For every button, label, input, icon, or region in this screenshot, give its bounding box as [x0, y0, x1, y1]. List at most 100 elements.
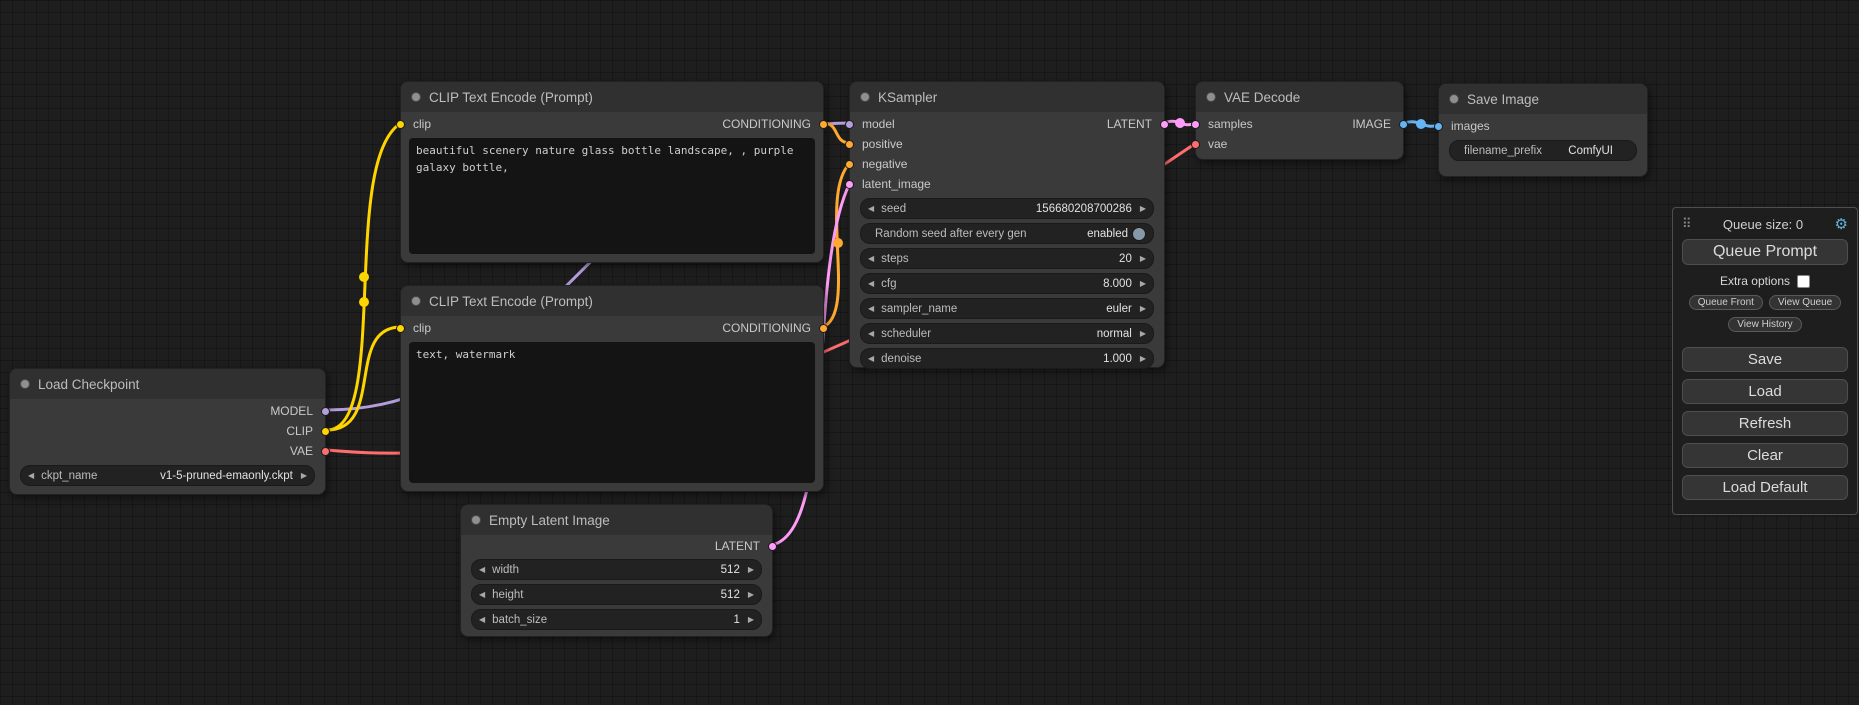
widget-scheduler[interactable]: ◀ scheduler normal ▶ — [860, 323, 1154, 344]
drag-handle-icon[interactable]: ⠿ — [1682, 216, 1692, 232]
node-save-image[interactable]: Save Image images filename_prefix ComfyU… — [1438, 83, 1648, 177]
collapse-dot-icon[interactable] — [411, 296, 421, 306]
clear-button[interactable]: Clear — [1682, 443, 1848, 468]
widget-sampler-name[interactable]: ◀ sampler_name euler ▶ — [860, 298, 1154, 319]
collapse-dot-icon[interactable] — [411, 92, 421, 102]
increment-icon[interactable]: ▶ — [1140, 205, 1146, 213]
input-port-clip[interactable] — [396, 120, 405, 129]
node-title-label: Empty Latent Image — [489, 513, 610, 528]
load-button[interactable]: Load — [1682, 379, 1848, 404]
widget-height[interactable]: ◀ height 512 ▶ — [471, 584, 762, 605]
decrement-icon[interactable]: ◀ — [868, 330, 874, 338]
output-port-model[interactable] — [321, 407, 330, 416]
increment-icon[interactable]: ▶ — [301, 472, 307, 480]
queue-prompt-button[interactable]: Queue Prompt — [1682, 239, 1848, 265]
view-history-button[interactable]: View History — [1728, 317, 1801, 332]
increment-icon[interactable]: ▶ — [748, 591, 754, 599]
view-queue-button[interactable]: View Queue — [1769, 295, 1841, 310]
output-port-clip[interactable] — [321, 427, 330, 436]
input-port-images[interactable] — [1434, 122, 1443, 131]
node-clip-text-encode-positive[interactable]: CLIP Text Encode (Prompt) clip CONDITION… — [400, 81, 824, 263]
prompt-textarea[interactable]: text, watermark — [409, 342, 815, 483]
decrement-icon[interactable]: ◀ — [868, 255, 874, 263]
node-title-label: Save Image — [1467, 92, 1539, 107]
output-label-model: MODEL — [270, 404, 313, 418]
node-vae-decode[interactable]: VAE Decode samples IMAGE vae — [1195, 81, 1404, 160]
input-port-model[interactable] — [845, 120, 854, 129]
refresh-button[interactable]: Refresh — [1682, 411, 1848, 436]
widget-cfg[interactable]: ◀ cfg 8.000 ▶ — [860, 273, 1154, 294]
prompt-textarea[interactable]: beautiful scenery nature glass bottle la… — [409, 138, 815, 254]
decrement-icon[interactable]: ◀ — [868, 355, 874, 363]
queue-panel: ⠿ Queue size: 0 ⚙ Queue Prompt Extra opt… — [1672, 207, 1858, 515]
decrement-icon[interactable]: ◀ — [479, 566, 485, 574]
input-port-samples[interactable] — [1191, 120, 1200, 129]
node-titlebar[interactable]: CLIP Text Encode (Prompt) — [401, 82, 823, 112]
increment-icon[interactable]: ▶ — [1140, 255, 1146, 263]
queue-front-button[interactable]: Queue Front — [1689, 295, 1763, 310]
load-default-button[interactable]: Load Default — [1682, 475, 1848, 500]
widget-control-after-generate[interactable]: Random seed after every gen enabled — [860, 223, 1154, 244]
widget-ckpt-name[interactable]: ◀ ckpt_name v1-5-pruned-emaonly.ckpt ▶ — [20, 465, 315, 486]
increment-icon[interactable]: ▶ — [1140, 280, 1146, 288]
decrement-icon[interactable]: ◀ — [479, 591, 485, 599]
node-canvas[interactable]: Load Checkpoint MODEL CLIP VAE ◀ ckpt_na… — [0, 0, 1859, 705]
wire-clip-to-negative[interactable] — [327, 327, 401, 430]
node-titlebar[interactable]: VAE Decode — [1196, 82, 1403, 112]
decrement-icon[interactable]: ◀ — [868, 305, 874, 313]
collapse-dot-icon[interactable] — [860, 92, 870, 102]
output-port-latent[interactable] — [768, 542, 777, 551]
increment-icon[interactable]: ▶ — [1140, 305, 1146, 313]
widget-width[interactable]: ◀ width 512 ▶ — [471, 559, 762, 580]
output-port-conditioning[interactable] — [819, 324, 828, 333]
output-port-image[interactable] — [1399, 120, 1408, 129]
widget-value: euler — [957, 303, 1132, 315]
toggle-icon[interactable] — [1132, 227, 1146, 241]
collapse-dot-icon[interactable] — [1449, 94, 1459, 104]
collapse-dot-icon[interactable] — [1206, 92, 1216, 102]
decrement-icon[interactable]: ◀ — [868, 280, 874, 288]
increment-icon[interactable]: ▶ — [1140, 355, 1146, 363]
collapse-dot-icon[interactable] — [471, 515, 481, 525]
node-titlebar[interactable]: CLIP Text Encode (Prompt) — [401, 286, 823, 316]
settings-gear-icon[interactable]: ⚙ — [1835, 217, 1848, 232]
node-ksampler[interactable]: KSampler model LATENT positive negative … — [849, 81, 1165, 368]
link-midpoint-dot — [359, 272, 369, 282]
input-port-vae[interactable] — [1191, 140, 1200, 149]
widget-batch-size[interactable]: ◀ batch_size 1 ▶ — [471, 609, 762, 630]
node-titlebar[interactable]: KSampler — [850, 82, 1164, 112]
node-titlebar[interactable]: Save Image — [1439, 84, 1647, 114]
input-label-vae: vae — [1208, 137, 1227, 151]
widget-filename-prefix[interactable]: filename_prefix ComfyUI — [1449, 140, 1637, 161]
node-titlebar[interactable]: Empty Latent Image — [461, 505, 772, 535]
increment-icon[interactable]: ▶ — [748, 616, 754, 624]
widget-seed[interactable]: ◀ seed 156680208700286 ▶ — [860, 198, 1154, 219]
decrement-icon[interactable]: ◀ — [479, 616, 485, 624]
input-port-clip[interactable] — [396, 324, 405, 333]
output-port-vae[interactable] — [321, 447, 330, 456]
input-label-clip: clip — [413, 321, 431, 335]
input-label-samples: samples — [1208, 117, 1253, 131]
widget-steps[interactable]: ◀ steps 20 ▶ — [860, 248, 1154, 269]
increment-icon[interactable]: ▶ — [1140, 330, 1146, 338]
increment-icon[interactable]: ▶ — [748, 566, 754, 574]
decrement-icon[interactable]: ◀ — [868, 205, 874, 213]
decrement-icon[interactable]: ◀ — [28, 472, 34, 480]
node-clip-text-encode-negative[interactable]: CLIP Text Encode (Prompt) clip CONDITION… — [400, 285, 824, 492]
input-port-negative[interactable] — [845, 160, 854, 169]
input-port-latent-image[interactable] — [845, 180, 854, 189]
extra-options-checkbox[interactable] — [1797, 275, 1810, 288]
widget-value: 1.000 — [921, 353, 1131, 365]
collapse-dot-icon[interactable] — [20, 379, 30, 389]
node-titlebar[interactable]: Load Checkpoint — [10, 369, 325, 399]
output-port-latent[interactable] — [1160, 120, 1169, 129]
save-button[interactable]: Save — [1682, 347, 1848, 372]
input-port-positive[interactable] — [845, 140, 854, 149]
node-load-checkpoint[interactable]: Load Checkpoint MODEL CLIP VAE ◀ ckpt_na… — [9, 368, 326, 495]
node-empty-latent-image[interactable]: Empty Latent Image LATENT ◀ width 512 ▶ … — [460, 504, 773, 637]
node-title-label: KSampler — [878, 90, 937, 105]
widget-denoise[interactable]: ◀ denoise 1.000 ▶ — [860, 348, 1154, 369]
widget-name: sampler_name — [881, 303, 957, 315]
widget-value: 512 — [524, 589, 740, 601]
output-port-conditioning[interactable] — [819, 120, 828, 129]
